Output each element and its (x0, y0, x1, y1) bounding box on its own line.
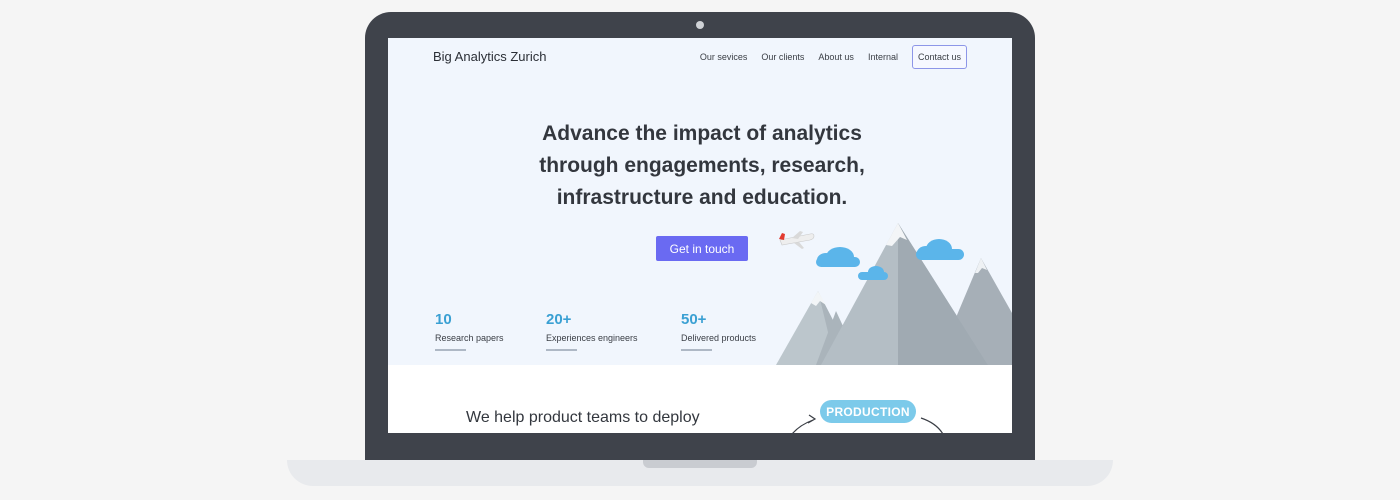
stat-value: 20+ (546, 311, 572, 328)
top-nav: Big Analytics Zurich Our sevices Our cli… (388, 38, 1012, 74)
hero-title: Advance the impact of analytics through … (488, 118, 916, 214)
hero-title-line: infrastructure and education. (556, 186, 848, 209)
cloud-icon (816, 247, 860, 267)
stat-products: 50+ Delivered products (681, 311, 756, 351)
brand-logo-text[interactable]: Big Analytics Zurich (433, 49, 546, 64)
camera-dot (696, 21, 704, 29)
nav-link-internal[interactable]: Internal (868, 52, 898, 62)
get-in-touch-button[interactable]: Get in touch (656, 236, 748, 261)
stat-engineers: 20+ Experiences engineers (546, 311, 638, 351)
stat-value: 50+ (681, 311, 707, 328)
airplane-icon (779, 231, 815, 249)
contact-us-button[interactable]: Contact us (911, 45, 967, 69)
section-heading: We help product teams to deploy (466, 409, 700, 426)
laptop-notch (643, 460, 757, 468)
nav-links: Our sevices Our clients About us Interna… (700, 45, 967, 69)
cloud-icon (916, 239, 964, 260)
mockup-stage: Big Analytics Zurich Our sevices Our cli… (0, 0, 1400, 500)
nav-link-about[interactable]: About us (818, 52, 854, 62)
mountain-illustration (776, 223, 1012, 365)
nav-link-services[interactable]: Our sevices (700, 52, 748, 62)
hero-title-line: Advance the impact of analytics (542, 122, 862, 145)
services-section: We help product teams to deploy PRODUCTI… (388, 365, 1012, 433)
stat-value: 10 (435, 311, 452, 328)
production-pill: PRODUCTION (820, 400, 916, 423)
hero-title-line: through engagements, research, (539, 154, 865, 177)
mountain-main (821, 223, 988, 365)
stat-label: Delivered products (681, 333, 757, 343)
stat-research-papers: 10 Research papers (435, 311, 504, 351)
website-screen: Big Analytics Zurich Our sevices Our cli… (388, 38, 1012, 433)
stat-label: Experiences engineers (546, 333, 638, 343)
stat-underline (681, 349, 712, 351)
nav-link-clients[interactable]: Our clients (761, 52, 804, 62)
stat-underline (435, 349, 466, 351)
stat-label: Research papers (435, 333, 504, 343)
stat-underline (546, 349, 577, 351)
